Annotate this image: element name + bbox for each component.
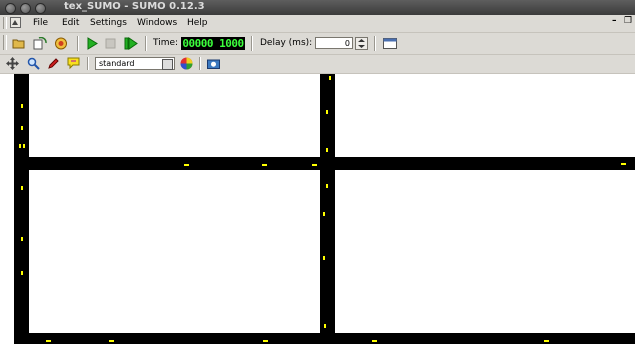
recenter-icon[interactable] xyxy=(6,57,19,70)
close-simulation-icon[interactable] xyxy=(54,37,68,50)
road-center xyxy=(14,157,635,170)
road-bottom xyxy=(14,333,635,344)
toolbar-separator xyxy=(145,36,147,51)
toolbar-separator xyxy=(374,36,376,51)
window-titlebar: tex_SUMO - SUMO 0.12.3 xyxy=(0,0,635,15)
toolbar-separator xyxy=(77,36,79,51)
menu-grip xyxy=(3,17,7,29)
road-middle xyxy=(320,74,335,344)
menu-settings[interactable]: Settings xyxy=(90,18,127,28)
play-icon[interactable] xyxy=(86,37,98,50)
simulation-view[interactable] xyxy=(0,74,635,348)
intersections xyxy=(14,344,20,348)
road-left xyxy=(14,74,29,344)
delay-stepper[interactable] xyxy=(355,37,368,50)
open-folder-icon[interactable] xyxy=(12,37,26,49)
toolbar-separator xyxy=(251,36,253,51)
main-toolbar: Time: 00000 1000 Delay (ms): 0 xyxy=(0,33,635,55)
color-wheel-icon[interactable] xyxy=(180,57,193,70)
close-icon[interactable] xyxy=(5,3,16,14)
new-view-icon[interactable] xyxy=(383,38,397,49)
delay-input[interactable]: 0 xyxy=(315,37,353,49)
app-icon xyxy=(10,17,21,28)
stop-icon[interactable] xyxy=(105,38,117,49)
maximize-icon[interactable] xyxy=(35,3,46,14)
menu-windows[interactable]: Windows xyxy=(137,18,177,28)
toolbar-separator xyxy=(199,57,201,70)
mdi-restore-icon[interactable]: ❐ xyxy=(624,16,632,26)
minimize-icon[interactable] xyxy=(20,3,31,14)
road-network xyxy=(14,74,635,344)
step-icon[interactable] xyxy=(124,37,138,50)
time-label: Time: xyxy=(153,38,179,48)
camera-icon[interactable] xyxy=(207,58,220,69)
toolbar-grip xyxy=(3,35,7,50)
network-canvas[interactable] xyxy=(0,74,635,348)
stepper-arrows-icon xyxy=(358,39,365,48)
tooltip-icon[interactable] xyxy=(67,57,80,70)
window-title: tex_SUMO - SUMO 0.12.3 xyxy=(64,1,205,12)
toolbar-separator xyxy=(87,57,89,70)
locate-icon[interactable] xyxy=(27,57,40,70)
mdi-minimize-icon[interactable]: – xyxy=(612,16,617,26)
color-scheme-value: standard xyxy=(99,59,135,68)
delay-label: Delay (ms): xyxy=(260,38,313,48)
menu-edit[interactable]: Edit xyxy=(62,18,79,28)
view-toolbar: standard xyxy=(0,55,635,74)
menu-bar: File Edit Settings Windows Help – ❐ xyxy=(0,15,635,33)
time-display: 00000 1000 xyxy=(181,37,245,50)
menu-file[interactable]: File xyxy=(33,18,48,28)
color-scheme-select[interactable]: standard xyxy=(95,57,175,70)
chevron-down-icon xyxy=(162,59,173,70)
menu-help[interactable]: Help xyxy=(187,18,208,28)
reload-icon[interactable] xyxy=(33,37,47,50)
edit-icon[interactable] xyxy=(47,57,60,70)
